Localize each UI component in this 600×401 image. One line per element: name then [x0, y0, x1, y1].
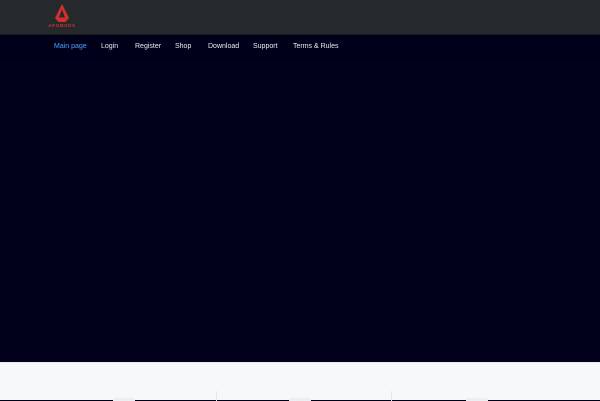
hero-banner	[0, 60, 600, 362]
nav-main-page[interactable]: Main page	[54, 43, 87, 50]
content-section	[0, 362, 600, 401]
nav-register[interactable]: Register	[135, 43, 161, 50]
logo-icon	[55, 4, 69, 22]
site-logo[interactable]: AFGMODS	[44, 4, 80, 30]
nav-terms-rules[interactable]: Terms & Rules	[293, 43, 339, 50]
nav-support[interactable]: Support	[253, 43, 278, 50]
main-nav: Main page Login Register Shop Download S…	[0, 35, 600, 60]
logo-text: AFGMODS	[48, 23, 76, 28]
nav-download[interactable]: Download	[208, 43, 239, 50]
top-bar: AFGMODS	[0, 0, 600, 35]
nav-login[interactable]: Login	[101, 43, 118, 50]
nav-shop[interactable]: Shop	[175, 43, 191, 50]
